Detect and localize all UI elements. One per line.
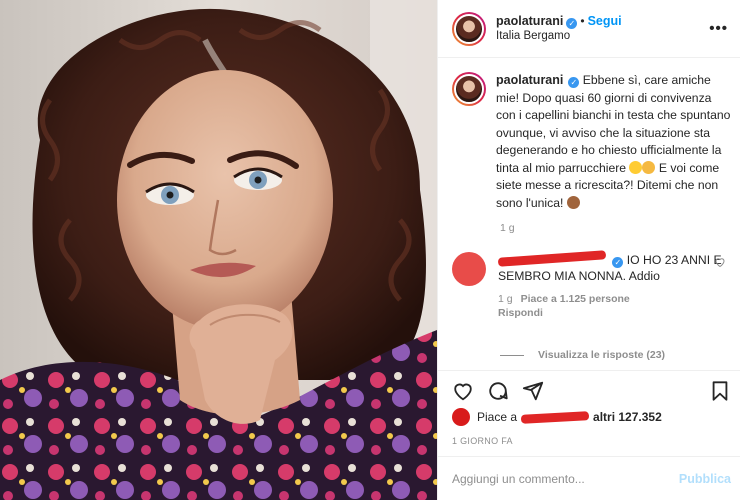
comment-item: ✓ IO HO 23 ANNI E SEMBRO MIA NONNA. Addi…	[452, 250, 732, 320]
commenter-avatar-redacted[interactable]	[452, 252, 486, 286]
comment-likes[interactable]: Piace a 1.125 persone	[521, 293, 630, 305]
selfie-image	[0, 0, 437, 500]
author-avatar[interactable]	[452, 11, 486, 46]
post-sidebar: paolaturani ✓ • Segui Italia Bergamo ••• pa…	[437, 0, 740, 500]
post-photo[interactable]	[0, 0, 437, 500]
view-replies-label: Visualizza le risposte (23)	[538, 349, 666, 361]
post-actions-bar	[438, 370, 740, 410]
likes-prefix: Piace a	[477, 410, 518, 424]
caption-avatar[interactable]	[452, 72, 486, 106]
caption-text: paolaturani ✓ Ebbene sì, care amiche mie!…	[496, 72, 732, 212]
separator-dot: •	[580, 13, 585, 28]
paper-plane-icon[interactable]	[522, 380, 544, 410]
comment-meta: 1 g Piace a 1.125 persone Rispondi	[498, 292, 732, 320]
see-no-evil-monkey-emoji-icon	[566, 195, 580, 209]
post-location[interactable]: Italia Bergamo	[496, 29, 622, 44]
follow-button[interactable]: Segui	[588, 14, 622, 28]
replies-divider	[500, 354, 524, 356]
liker-username-redacted[interactable]	[520, 410, 590, 424]
comment-bubble-icon[interactable]	[487, 380, 509, 410]
likes-summary: Piace a altri 127.352	[452, 408, 662, 426]
comment-body: ✓ IO HO 23 ANNI E SEMBRO MIA NONNA. Addi…	[497, 250, 732, 320]
caption-body-a: Ebbene sì, care amiche mie! Dopo quasi 6…	[496, 73, 731, 175]
verified-badge-icon: ✓	[568, 77, 580, 88]
comment-like-heart-icon[interactable]	[714, 256, 726, 271]
reply-button[interactable]: Rispondi	[498, 307, 543, 319]
post-caption: paolaturani ✓ Ebbene sì, care amiche mie!…	[452, 72, 732, 212]
comment-input[interactable]	[452, 471, 679, 486]
verified-badge-icon: ✓	[612, 257, 624, 268]
heart-icon[interactable]	[452, 380, 474, 410]
grinning-sweat-emoji-icon	[629, 160, 643, 174]
view-replies-button[interactable]: Visualizza le risposte (23)	[500, 349, 665, 361]
post-date[interactable]: 1 GIORNO FA	[452, 436, 513, 446]
caption-time: 1 g	[500, 222, 515, 234]
weary-emoji-icon	[642, 160, 656, 174]
bookmark-icon[interactable]	[709, 380, 731, 410]
post-header: paolaturani ✓ • Segui Italia Bergamo •••	[438, 0, 740, 58]
liker-avatar-redacted[interactable]	[452, 408, 470, 426]
caption-username[interactable]: paolaturani	[496, 73, 563, 87]
more-options-icon[interactable]: •••	[709, 20, 728, 37]
author-username[interactable]: paolaturani	[496, 14, 563, 28]
commenter-username-redacted[interactable]	[497, 250, 607, 267]
publish-button[interactable]: Pubblica	[679, 472, 731, 486]
author-info: paolaturani ✓ • Segui Italia Bergamo	[496, 14, 622, 44]
add-comment-bar: Pubblica	[438, 456, 740, 500]
comment-time: 1 g	[498, 293, 513, 305]
verified-badge-icon: ✓	[566, 17, 578, 29]
likes-count[interactable]: altri 127.352	[593, 410, 662, 424]
